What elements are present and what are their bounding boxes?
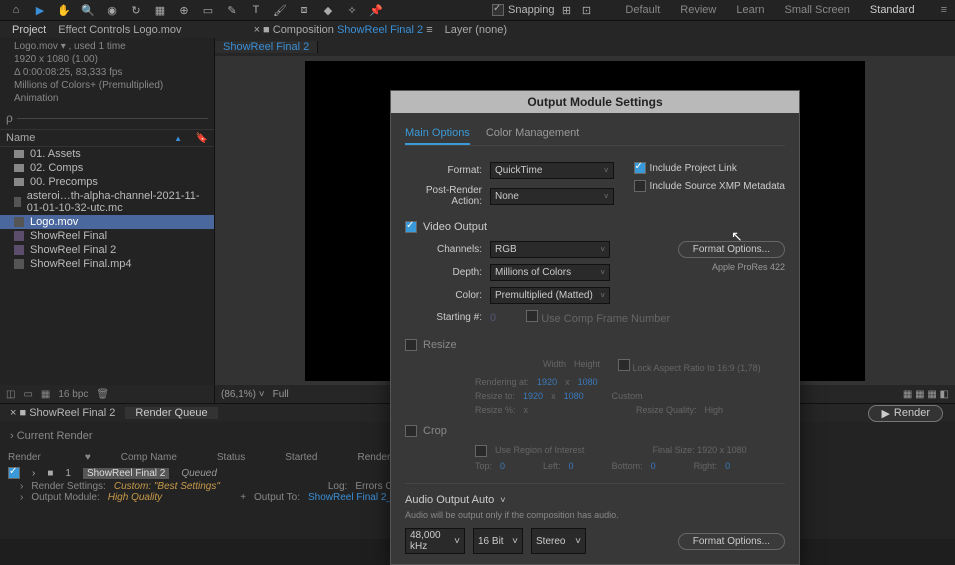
rect-tool-icon[interactable]: ▭	[200, 2, 216, 18]
audio-format-options-button[interactable]: Format Options...	[678, 533, 785, 550]
source-metadata: Logo.mov ▾ , used 1 time 1920 x 1080 (1.…	[8, 38, 169, 107]
rotate-tool-icon[interactable]: ↻	[128, 2, 144, 18]
zoom-tool-icon[interactable]: 🔍	[80, 2, 96, 18]
bpc-label[interactable]: 16 bpc	[58, 389, 88, 400]
rq-status: Queued	[181, 468, 217, 479]
video-format-options-button[interactable]: Format Options...	[678, 241, 785, 258]
project-panel: Logo.mov ▾ , used 1 time 1920 x 1080 (1.…	[0, 38, 215, 403]
project-list: 01. Assets 02. Comps 00. Precomps astero…	[0, 147, 214, 385]
postrender-label: Post-Render Action:	[405, 185, 490, 207]
text-tool-icon[interactable]: T	[248, 2, 264, 18]
codec-info: Apple ProRes 422	[712, 262, 785, 272]
crop-checkbox[interactable]	[405, 425, 417, 437]
project-folder[interactable]: 01. Assets	[0, 147, 214, 161]
tab-color-management[interactable]: Color Management	[486, 123, 580, 145]
snap-opt2-icon[interactable]: ⊡	[579, 2, 595, 18]
tab-main-options[interactable]: Main Options	[405, 123, 470, 145]
eraser-tool-icon[interactable]: ◆	[320, 2, 336, 18]
dialog-title: Output Module Settings	[391, 91, 799, 113]
workspace-standard[interactable]: Standard	[870, 4, 915, 16]
render-button[interactable]: ▶ Render	[868, 405, 943, 422]
selection-tool-icon[interactable]: ▶	[32, 2, 48, 18]
project-comp[interactable]: ShowReel Final	[0, 229, 214, 243]
project-file[interactable]: ShowReel Final.mp4	[0, 257, 214, 271]
depth-select[interactable]: Millions of Colors˅	[490, 264, 610, 281]
project-search[interactable]: ρ	[0, 107, 214, 129]
workspace-learn[interactable]: Learn	[736, 4, 764, 16]
hand-tool-icon[interactable]: ✋	[56, 2, 72, 18]
project-folder[interactable]: 02. Comps	[0, 161, 214, 175]
sort-icon[interactable]: ▲	[174, 134, 182, 143]
project-file[interactable]: Logo.mov	[0, 215, 214, 229]
pen-tool-icon[interactable]: ✎	[224, 2, 240, 18]
audio-bit-select[interactable]: 16 Bit˅	[473, 528, 523, 554]
workspace-smallscreen[interactable]: Small Screen	[785, 4, 850, 16]
timeline-tab[interactable]: × ■ ShowReel Final 2	[0, 407, 125, 419]
tag-icon[interactable]: 🔖	[196, 133, 208, 144]
new-comp-icon[interactable]: ▦	[41, 389, 50, 400]
folder-icon	[14, 150, 24, 158]
render-queue-tab[interactable]: Render Queue	[125, 407, 217, 419]
output-module-settings-dialog: Output Module Settings Main Options Colo…	[390, 90, 800, 565]
project-file[interactable]: asteroi…th-alpha-channel-2021-11-01-01-1…	[0, 189, 214, 215]
layer-tab[interactable]: Layer (none)	[439, 24, 513, 36]
camera-tool-icon[interactable]: ▦	[152, 2, 168, 18]
audio-channel-select[interactable]: Stereo˅	[531, 528, 586, 554]
video-output-checkbox[interactable]	[405, 221, 417, 233]
file-icon	[14, 259, 24, 269]
use-comp-frame-checkbox	[526, 310, 538, 322]
comp-icon	[14, 245, 24, 255]
include-xmp-checkbox[interactable]	[634, 180, 646, 192]
comp-icon	[14, 231, 24, 241]
project-comp[interactable]: ShowReel Final 2	[0, 243, 214, 257]
output-module-link[interactable]: High Quality	[108, 492, 162, 503]
new-folder-icon[interactable]: ▭	[23, 389, 32, 400]
channels-select[interactable]: RGB˅	[490, 241, 610, 258]
zoom-level[interactable]: (86,1%) ˅	[221, 389, 265, 400]
roto-tool-icon[interactable]: ✧	[344, 2, 360, 18]
postrender-select[interactable]: None˅	[490, 188, 614, 205]
comp-breadcrumb[interactable]: ShowReel Final 2	[215, 41, 318, 53]
format-select[interactable]: QuickTime˅	[490, 162, 614, 179]
project-panel-tab[interactable]: Project	[6, 24, 52, 36]
folder-icon	[14, 164, 24, 172]
color-select[interactable]: Premultiplied (Matted)˅	[490, 287, 610, 304]
puppet-tool-icon[interactable]: 📌	[368, 2, 384, 18]
rq-comp-name: ShowReel Final 2	[83, 468, 169, 479]
orbit-tool-icon[interactable]: ◉	[104, 2, 120, 18]
project-header-name[interactable]: Name	[6, 132, 35, 144]
snapping-checkbox[interactable]	[492, 4, 504, 16]
interpret-icon[interactable]: ◫	[6, 389, 15, 400]
resize-checkbox[interactable]	[405, 339, 417, 351]
audio-rate-select[interactable]: 48,000 kHz˅	[405, 528, 465, 554]
file-icon	[14, 197, 21, 207]
composition-tab[interactable]: × ■ Composition ShowReel Final 2 ≡	[248, 24, 439, 36]
home-icon[interactable]: ⌂	[8, 2, 24, 18]
workspace-menu-icon[interactable]: ≡	[941, 4, 947, 16]
render-checkbox[interactable]	[8, 467, 20, 479]
audio-note: Audio will be output only if the composi…	[405, 510, 785, 520]
format-label: Format:	[405, 165, 490, 176]
snap-opt-icon[interactable]: ⊞	[559, 2, 575, 18]
viewer-options-icon[interactable]: ▦ ▦ ▦ ◧	[903, 389, 949, 400]
pan-behind-tool-icon[interactable]: ⊕	[176, 2, 192, 18]
snapping-label: Snapping	[508, 4, 555, 16]
render-settings-link[interactable]: Custom: "Best Settings"	[114, 481, 220, 492]
stamp-tool-icon[interactable]: ⧈	[296, 2, 312, 18]
audio-output-select[interactable]: Audio Output Auto	[405, 494, 494, 506]
project-folder[interactable]: 00. Precomps	[0, 175, 214, 189]
effect-controls-tab[interactable]: Effect Controls Logo.mov	[52, 24, 187, 36]
workspace-default[interactable]: Default	[625, 4, 660, 16]
project-footer: ◫ ▭ ▦ 16 bpc 🗑	[0, 385, 214, 403]
workspace-review[interactable]: Review	[680, 4, 716, 16]
brush-tool-icon[interactable]: 🖌	[272, 2, 288, 18]
trash-icon[interactable]: 🗑	[96, 389, 109, 400]
workspace-tabs: Default Review Learn Small Screen Standa…	[625, 4, 947, 16]
resolution[interactable]: Full	[273, 389, 289, 400]
include-link-checkbox[interactable]	[634, 162, 646, 174]
top-toolbar: ⌂ ▶ ✋ 🔍 ◉ ↻ ▦ ⊕ ▭ ✎ T 🖌 ⧈ ◆ ✧ 📌 Snapping…	[0, 0, 955, 20]
panel-bar: Project Effect Controls Logo.mov × ■ Com…	[0, 20, 955, 38]
folder-icon	[14, 178, 24, 186]
file-icon	[14, 217, 24, 227]
